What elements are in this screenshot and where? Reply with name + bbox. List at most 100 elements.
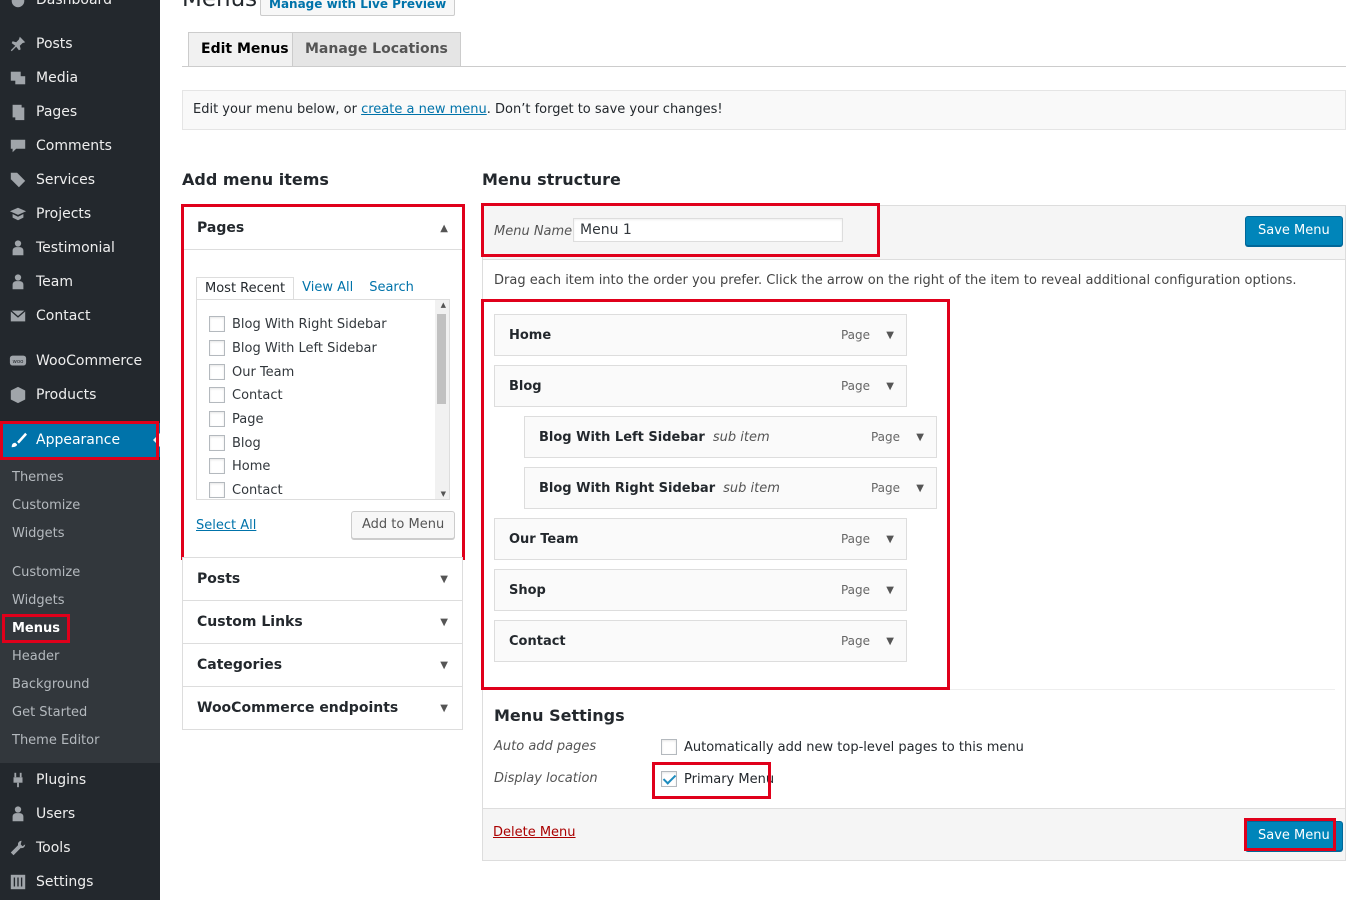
save-menu-button-bottom[interactable]: Save Menu (1245, 821, 1343, 851)
posts-panel-header[interactable]: Posts ▼ (183, 558, 462, 600)
submenu-item-theme-editor[interactable]: Theme Editor (12, 731, 99, 751)
checkbox[interactable] (209, 458, 225, 474)
wrench-icon (0, 839, 36, 857)
select-all-link[interactable]: Select All (196, 518, 256, 533)
auto-add-option[interactable]: Automatically add new top-level pages to… (661, 739, 1024, 755)
sidebar-item-dashboard[interactable]: Dashboard (0, 0, 160, 17)
expand-arrow-icon[interactable]: ▼ (440, 617, 448, 628)
list-item[interactable]: Blog With Left Sidebar (209, 338, 377, 358)
menu-item-our-team[interactable]: Our Team Page ▼ (494, 518, 907, 560)
list-item[interactable]: Contact (209, 385, 283, 405)
submenu-item-themes[interactable]: Themes (12, 468, 64, 488)
sidebar-item-pages[interactable]: Pages (0, 95, 160, 129)
expand-arrow-icon[interactable]: ▼ (916, 483, 924, 494)
sidebar-item-contact[interactable]: Contact (0, 299, 160, 333)
menu-name-input[interactable]: Menu 1 (573, 218, 843, 242)
list-item[interactable]: Our Team (209, 362, 294, 382)
tab-most-recent[interactable]: Most Recent (196, 277, 295, 300)
submenu-item-get-started[interactable]: Get Started (12, 703, 87, 723)
expand-arrow-icon[interactable]: ▼ (440, 574, 448, 585)
primary-menu-checkbox[interactable] (661, 771, 677, 787)
menu-item-type: Page (840, 379, 870, 393)
expand-arrow-icon[interactable]: ▼ (886, 585, 894, 596)
list-item[interactable]: Home (209, 456, 270, 476)
scroll-up-icon[interactable]: ▲ (441, 301, 446, 309)
expand-arrow-icon[interactable]: ▼ (440, 660, 448, 671)
checkbox[interactable] (209, 364, 225, 380)
submenu-item-widgets[interactable]: Widgets (12, 524, 65, 544)
woo-icon: woo (0, 352, 36, 370)
list-item[interactable]: Blog With Right Sidebar (209, 314, 387, 334)
submenu-item-customize[interactable]: Customize (12, 496, 80, 516)
create-new-menu-link[interactable]: create a new menu (361, 102, 487, 117)
menu-item-shop[interactable]: Shop Page ▼ (494, 569, 907, 611)
sidebar-item-comments[interactable]: Comments (0, 129, 160, 163)
woocommerce-endpoints-panel[interactable]: WooCommerce endpoints ▼ (182, 686, 463, 730)
tab-search[interactable]: Search (361, 277, 422, 300)
sidebar-item-team[interactable]: Team (0, 265, 160, 299)
comments-icon (0, 137, 36, 155)
add-to-menu-button[interactable]: Add to Menu (351, 511, 456, 539)
delete-menu-link[interactable]: Delete Menu (493, 825, 576, 840)
checkbox[interactable] (209, 482, 225, 498)
sidebar-item-users[interactable]: Users (0, 797, 160, 831)
submenu-item-background[interactable]: Background (12, 675, 90, 695)
sidebar-item-woocommerce[interactable]: woo WooCommerce (0, 344, 160, 378)
checkbox[interactable] (209, 435, 225, 451)
custom-links-panel[interactable]: Custom Links ▼ (182, 600, 463, 644)
sidebar-item-posts[interactable]: Posts (0, 27, 160, 61)
expand-arrow-icon[interactable]: ▼ (886, 534, 894, 545)
save-menu-button-top[interactable]: Save Menu (1245, 216, 1343, 246)
list-item[interactable]: Page (209, 409, 263, 429)
sidebar-item-tools[interactable]: Tools (0, 831, 160, 865)
menu-item-title: Blog With Left Sidebar (539, 429, 705, 445)
sidebar-item-services[interactable]: Services (0, 163, 160, 197)
scrollbar-thumb[interactable] (437, 314, 446, 404)
tab-manage-locations[interactable]: Manage Locations (292, 32, 461, 67)
notice-text-end: . Don’t forget to save your changes! (486, 102, 723, 117)
admin-sidebar: Dashboard Posts Media Pages Comments Ser… (0, 0, 160, 900)
sidebar-item-settings[interactable]: Settings (0, 865, 160, 899)
scrollbar[interactable]: ▲ ▼ (435, 300, 449, 499)
tab-edit-menus[interactable]: Edit Menus (188, 32, 302, 67)
menu-item-blog-right-sidebar[interactable]: Blog With Right Sidebar sub item Page ▼ (524, 467, 937, 509)
posts-panel[interactable]: Posts ▼ (182, 557, 463, 601)
submenu-item-menus[interactable]: Menus (12, 619, 60, 639)
list-item[interactable]: Contact (209, 480, 283, 499)
submenu-item-header[interactable]: Header (12, 647, 59, 667)
checkbox[interactable] (209, 411, 225, 427)
collapse-arrow-icon[interactable]: ▲ (440, 223, 448, 234)
list-item[interactable]: Blog (209, 433, 261, 453)
sidebar-item-projects[interactable]: Projects (0, 197, 160, 231)
woocommerce-endpoints-panel-header[interactable]: WooCommerce endpoints ▼ (183, 687, 462, 729)
scroll-down-icon[interactable]: ▼ (441, 490, 446, 498)
menu-item-contact[interactable]: Contact Page ▼ (494, 620, 907, 662)
expand-arrow-icon[interactable]: ▼ (916, 432, 924, 443)
expand-arrow-icon[interactable]: ▼ (886, 636, 894, 647)
custom-links-panel-header[interactable]: Custom Links ▼ (183, 601, 462, 643)
submenu-item-customize-2[interactable]: Customize (12, 563, 80, 583)
primary-menu-option[interactable]: Primary Menu (661, 771, 774, 787)
checkbox[interactable] (209, 387, 225, 403)
categories-panel[interactable]: Categories ▼ (182, 643, 463, 687)
checkbox[interactable] (209, 340, 225, 356)
sidebar-item-plugins[interactable]: Plugins (0, 763, 160, 797)
menu-item-title: Home (509, 327, 552, 343)
tab-view-all[interactable]: View All (294, 277, 361, 300)
sidebar-item-appearance[interactable]: Appearance (0, 423, 160, 457)
manage-live-preview-button[interactable]: Manage with Live Preview (260, 0, 456, 16)
expand-arrow-icon[interactable]: ▼ (440, 703, 448, 714)
expand-arrow-icon[interactable]: ▼ (886, 381, 894, 392)
pages-panel-header[interactable]: Pages ▲ (183, 207, 462, 249)
auto-add-checkbox[interactable] (661, 739, 677, 755)
submenu-item-widgets-2[interactable]: Widgets (12, 591, 65, 611)
sidebar-item-media[interactable]: Media (0, 61, 160, 95)
menu-item-blog-left-sidebar[interactable]: Blog With Left Sidebar sub item Page ▼ (524, 416, 937, 458)
categories-panel-header[interactable]: Categories ▼ (183, 644, 462, 686)
expand-arrow-icon[interactable]: ▼ (886, 330, 894, 341)
checkbox[interactable] (209, 316, 225, 332)
menu-item-home[interactable]: Home Page ▼ (494, 314, 907, 356)
sidebar-item-products[interactable]: Products (0, 378, 160, 412)
menu-item-blog[interactable]: Blog Page ▼ (494, 365, 907, 407)
sidebar-item-testimonial[interactable]: Testimonial (0, 231, 160, 265)
